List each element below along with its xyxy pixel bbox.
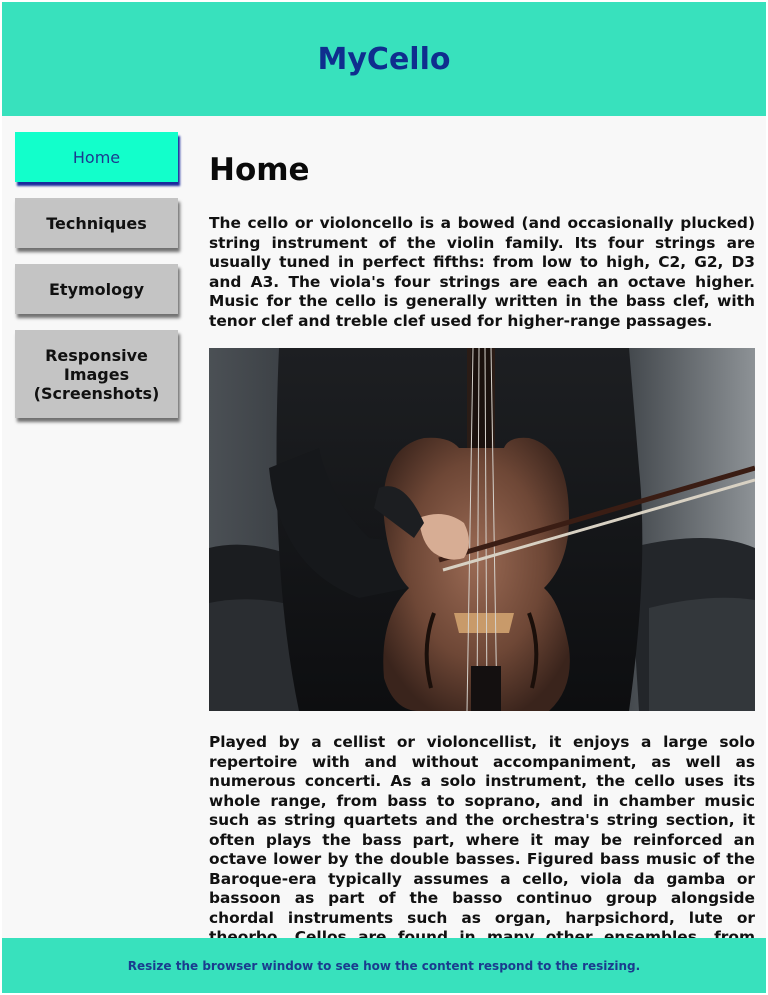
main-content: Home The cello or violoncello is a bowed… (209, 152, 755, 967)
sidebar-item-etymology[interactable]: Etymology (15, 264, 178, 314)
sidebar-nav: Home Techniques Etymology Responsive Ima… (15, 132, 178, 434)
cello-photo (209, 348, 755, 711)
body-paragraph: Played by a cellist or violoncellist, it… (209, 733, 755, 966)
sidebar-item-techniques[interactable]: Techniques (15, 198, 178, 248)
sidebar-item-responsive-images[interactable]: Responsive Images (Screenshots) (15, 330, 178, 418)
sidebar-item-label: Responsive Images (Screenshots) (33, 345, 160, 403)
cello-photo-illustration (209, 348, 755, 711)
site-title: MyCello (317, 41, 451, 77)
sidebar-item-label: Techniques (46, 213, 147, 233)
sidebar-item-home[interactable]: Home (15, 132, 178, 182)
page: MyCello Home Techniques Etymology Respon… (2, 2, 766, 993)
site-header: MyCello (2, 2, 766, 116)
intro-paragraph: The cello or violoncello is a bowed (and… (209, 214, 755, 330)
sidebar-item-label: Home (72, 147, 121, 167)
page-title: Home (209, 152, 310, 188)
sidebar-item-label: Etymology (48, 279, 145, 299)
footer-text: Resize the browser window to see how the… (127, 958, 641, 973)
site-footer: Resize the browser window to see how the… (2, 938, 766, 993)
